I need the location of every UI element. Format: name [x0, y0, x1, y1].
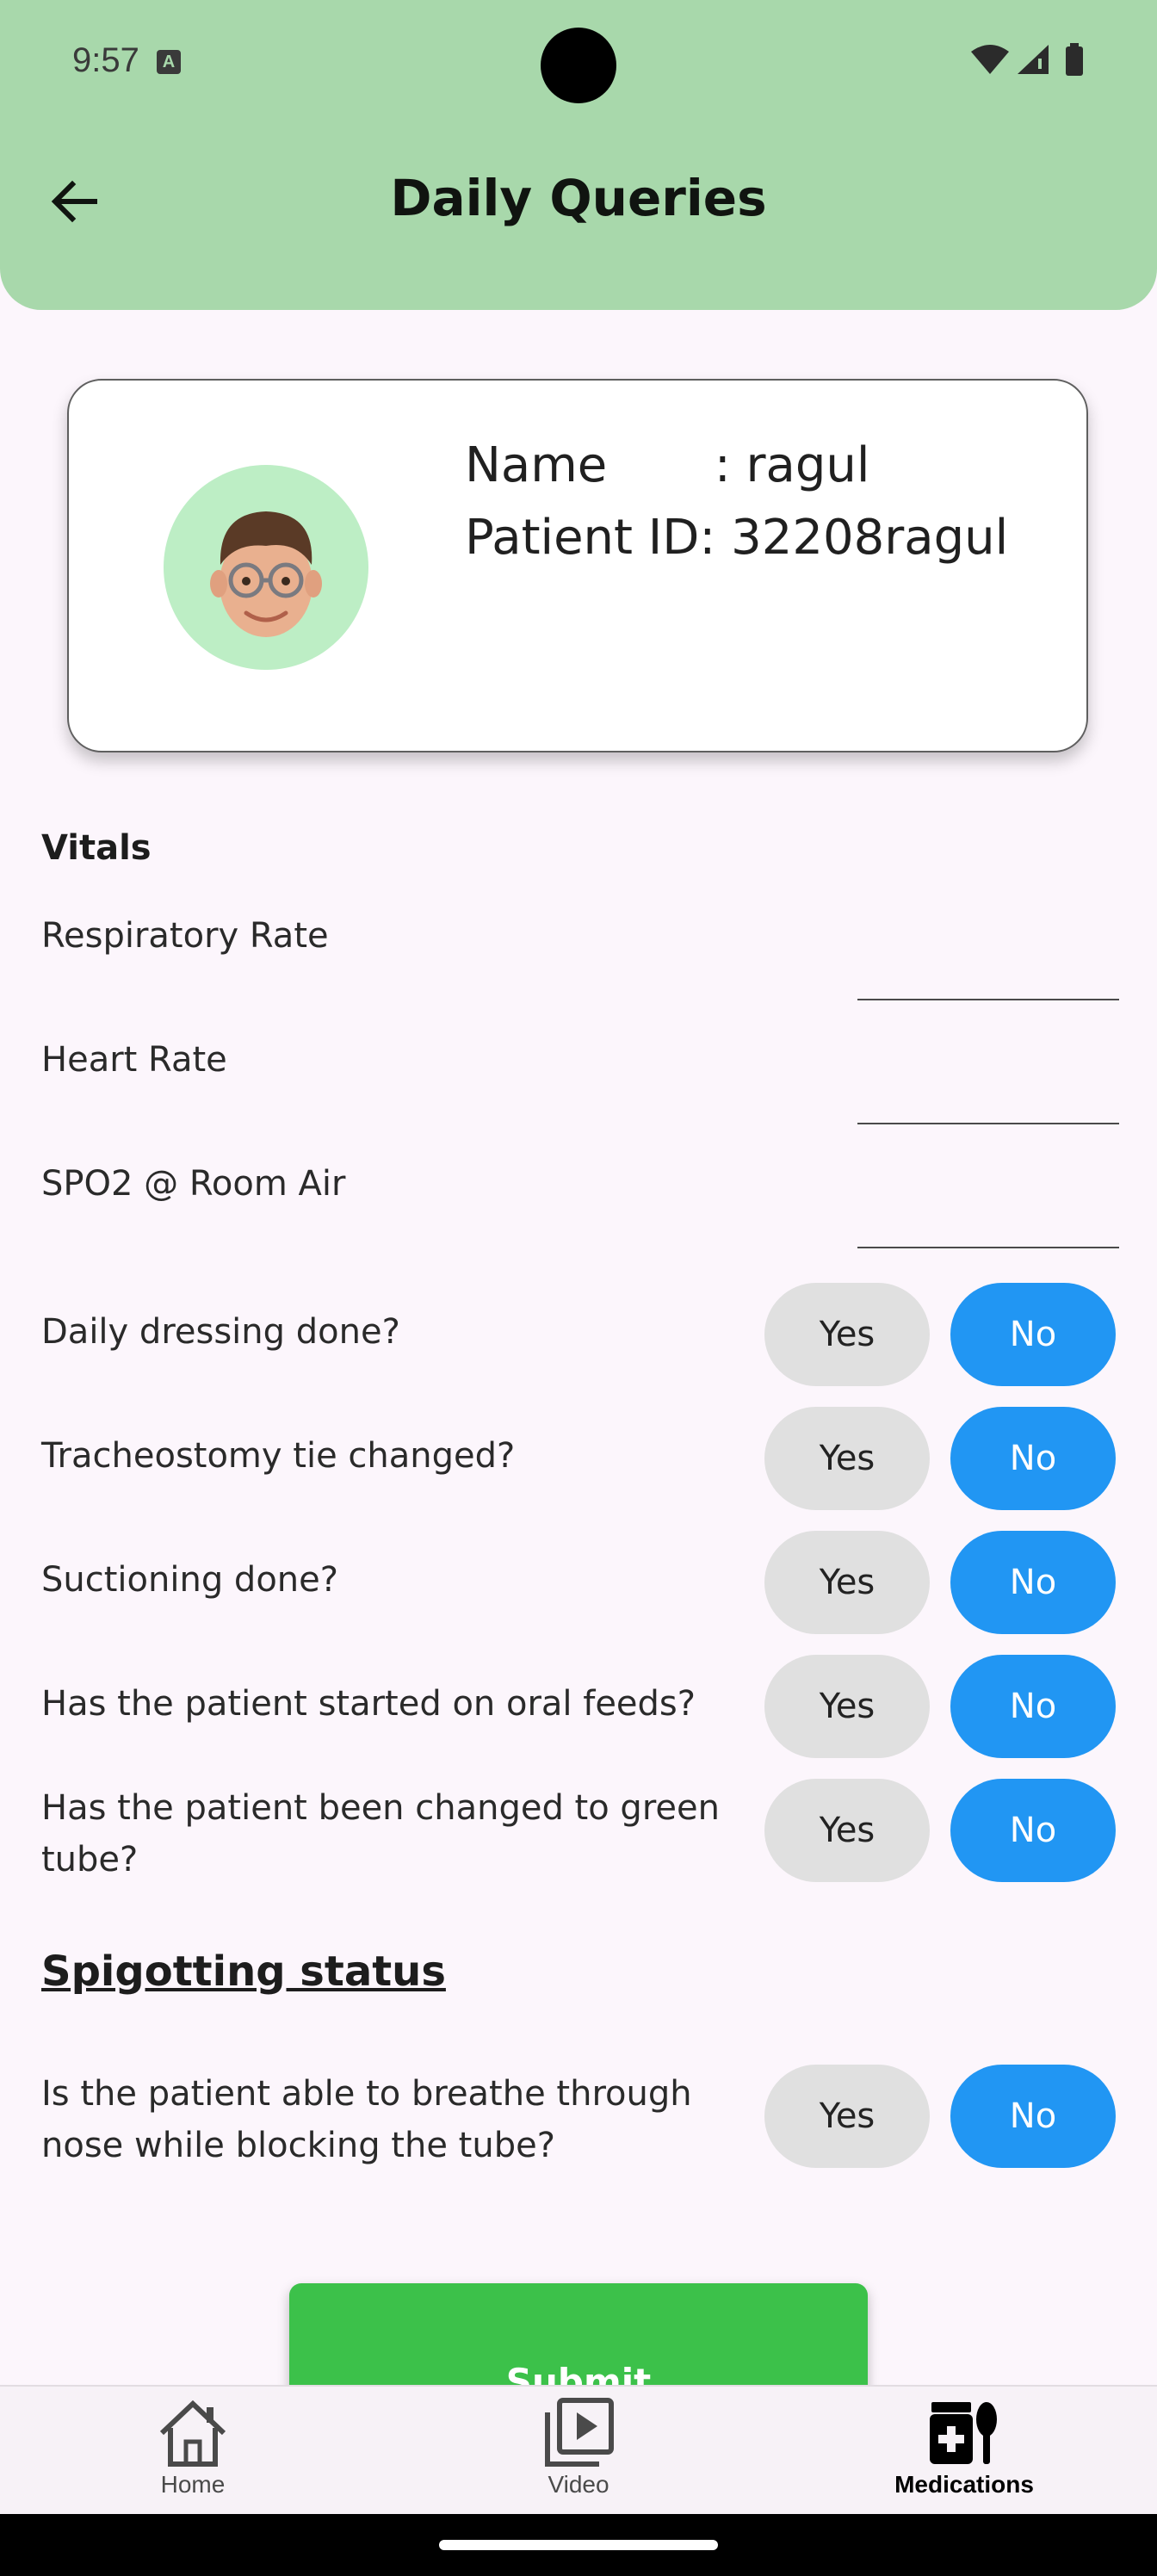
home-gesture-handle[interactable]	[439, 2540, 718, 2550]
spigotting-heading: Spigotting status	[41, 1947, 446, 1996]
spo2-input[interactable]	[857, 1197, 1119, 1248]
home-icon	[159, 2400, 226, 2467]
camera-cutout	[541, 28, 616, 103]
patient-name: Name : ragul	[465, 437, 870, 493]
status-time: 9:57	[72, 41, 139, 79]
nav-home[interactable]: Home	[64, 2387, 322, 2516]
nav-medications-label: Medications	[894, 2471, 1034, 2498]
video-library-icon	[545, 2398, 614, 2467]
green-tube-no-button[interactable]: No	[950, 1779, 1116, 1882]
battery-icon	[1066, 46, 1083, 76]
respiratory-rate-label: Respiratory Rate	[41, 916, 329, 956]
memoji-avatar-icon	[210, 511, 322, 637]
oral-feeds-yes-button[interactable]: Yes	[764, 1655, 930, 1758]
suctioning-no-button[interactable]: No	[950, 1531, 1116, 1634]
signal-icon	[1018, 45, 1049, 74]
question-suctioning: Suctioning done?	[41, 1560, 338, 1600]
suctioning-yes-button[interactable]: Yes	[764, 1531, 930, 1634]
green-tube-yes-button[interactable]: Yes	[764, 1779, 930, 1882]
question-tracheostomy-tie: Tracheostomy tie changed?	[41, 1436, 516, 1476]
tracheostomy-tie-no-button[interactable]: No	[950, 1407, 1116, 1510]
spo2-label: SPO2 @ Room Air	[41, 1164, 346, 1204]
nav-video[interactable]: Video	[449, 2387, 708, 2516]
page-title: Daily Queries	[390, 169, 767, 227]
status-icons	[971, 43, 1083, 76]
daily-dressing-yes-button[interactable]: Yes	[764, 1283, 930, 1386]
wifi-icon	[971, 45, 1009, 74]
question-daily-dressing: Daily dressing done?	[41, 1312, 400, 1352]
breathe-nose-no-button[interactable]: No	[950, 2065, 1116, 2168]
question-breathe-through-nose: Is the patient able to breathe through n…	[41, 2074, 692, 2165]
heart-rate-label: Heart Rate	[41, 1040, 227, 1080]
daily-dressing-no-button[interactable]: No	[950, 1283, 1116, 1386]
heart-rate-input[interactable]	[857, 1073, 1119, 1124]
breathe-nose-yes-button[interactable]: Yes	[764, 2065, 930, 2168]
patient-id: Patient ID: 32208ragul	[465, 510, 1009, 566]
question-oral-feeds: Has the patient started on oral feeds?	[41, 1684, 696, 1724]
bottom-navigation: Home Video Medications	[0, 2385, 1157, 2516]
question-green-tube: Has the patient been changed to green tu…	[41, 1788, 720, 1879]
medications-icon	[930, 2402, 997, 2464]
notification-icon: A	[157, 50, 181, 74]
respiratory-rate-input[interactable]	[857, 949, 1119, 1000]
tracheostomy-tie-yes-button[interactable]: Yes	[764, 1407, 930, 1510]
vitals-heading: Vitals	[41, 828, 152, 868]
nav-video-label: Video	[548, 2471, 609, 2498]
nav-medications[interactable]: Medications	[835, 2387, 1093, 2516]
oral-feeds-no-button[interactable]: No	[950, 1655, 1116, 1758]
nav-home-label: Home	[160, 2471, 226, 2498]
